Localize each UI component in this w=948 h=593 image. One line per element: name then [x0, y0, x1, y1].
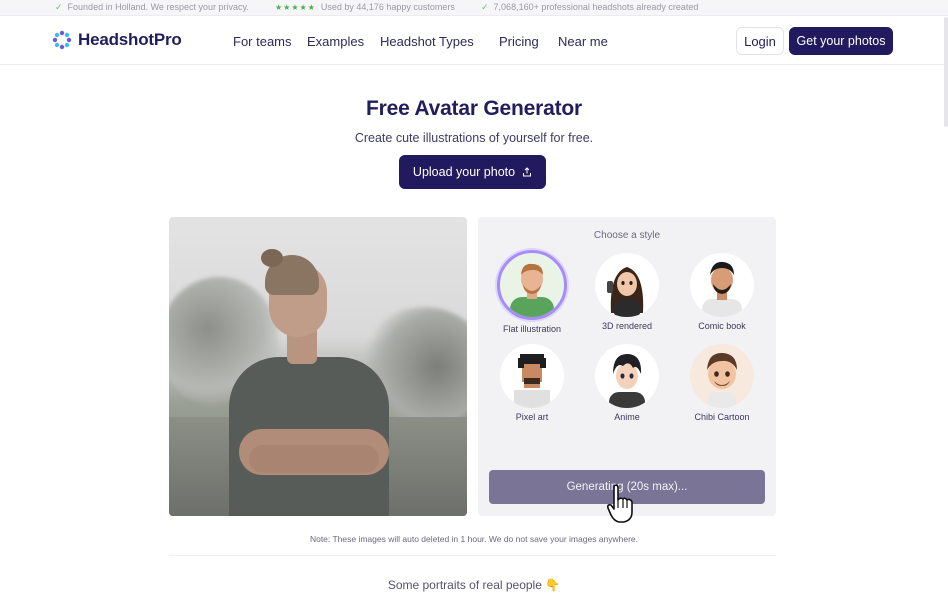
- page-subtitle: Create cute illustrations of yourself fo…: [354, 131, 594, 145]
- trust-item-text: Used by 44,176 happy customers: [320, 2, 455, 12]
- nav-link-examples[interactable]: Examples: [307, 34, 364, 49]
- style-option-3d-rendered[interactable]: 3D rendered: [582, 253, 672, 331]
- trust-item-customers: ★★★★★ Used by 44,176 happy customers: [275, 2, 455, 12]
- style-option-flat-illustration[interactable]: Flat illustration: [487, 250, 577, 334]
- trust-item-text: Founded in Holland. We respect your priv…: [67, 2, 249, 12]
- trust-bar: ✓ Founded in Holland. We respect your pri…: [0, 0, 948, 16]
- get-photos-button[interactable]: Get your photos: [789, 27, 893, 55]
- nav-link-near-me[interactable]: Near me: [558, 34, 608, 49]
- rating-stars-icon: ★★★★★: [275, 3, 316, 12]
- style-panel: Choose a style Flat illustration 3D rend…: [478, 217, 776, 516]
- logo-icon: [52, 30, 72, 50]
- 3d-rendered-avatar-icon: [595, 253, 659, 317]
- check-icon: ✓: [481, 2, 489, 12]
- privacy-note: Note: These images will auto deleted in …: [309, 534, 639, 544]
- portraits-heading: Some portraits of real people 👇: [387, 578, 561, 592]
- login-button[interactable]: Login: [736, 27, 784, 55]
- chevron-down-icon: ⌄: [384, 34, 392, 44]
- nav-link-for-teams[interactable]: For teams: [233, 34, 292, 49]
- nav-link-label: Headshot Types: [380, 34, 474, 49]
- hand-pointer-cursor-icon: [607, 484, 633, 523]
- style-panel-title: Choose a style: [593, 230, 661, 241]
- uploaded-photo: [169, 217, 467, 516]
- style-option-comic-book[interactable]: Comic book: [677, 253, 767, 331]
- style-option-anime[interactable]: Anime: [582, 344, 672, 422]
- style-label: Chibi Cartoon: [694, 412, 750, 422]
- comic-book-avatar-icon: [690, 253, 754, 317]
- flat-illustration-avatar-icon: [497, 250, 567, 320]
- style-label: Anime: [614, 412, 640, 422]
- upload-photo-button[interactable]: Upload your photo: [399, 155, 546, 189]
- page-title: Free Avatar Generator: [365, 97, 582, 120]
- upload-button-label: Upload your photo: [412, 165, 516, 179]
- trust-item-text: 7,068,160+ professional headshots alread…: [493, 2, 699, 12]
- anime-avatar-icon: [595, 344, 659, 408]
- pixel-art-avatar-icon: [500, 344, 564, 408]
- trust-item-headshots: ✓ 7,068,160+ professional headshots alrea…: [481, 2, 698, 13]
- style-label: Flat illustration: [502, 324, 562, 334]
- nav-link-pricing[interactable]: Pricing: [499, 34, 539, 49]
- section-divider: [169, 555, 776, 556]
- upload-icon: [523, 167, 532, 177]
- style-option-pixel-art[interactable]: Pixel art: [487, 344, 577, 422]
- check-icon: ✓: [55, 2, 63, 12]
- style-label: 3D rendered: [601, 321, 653, 331]
- trust-item-privacy: ✓ Founded in Holland. We respect your pri…: [55, 2, 249, 13]
- brand-name: HeadshotPro: [78, 30, 182, 49]
- style-option-chibi-cartoon[interactable]: Chibi Cartoon: [677, 344, 767, 422]
- chibi-cartoon-avatar-icon: [690, 344, 754, 408]
- style-label: Pixel art: [515, 412, 549, 422]
- main-header: HeadshotPro For teams Examples Headshot …: [0, 17, 948, 65]
- style-label: Comic book: [698, 321, 746, 331]
- logo[interactable]: HeadshotPro: [52, 30, 182, 50]
